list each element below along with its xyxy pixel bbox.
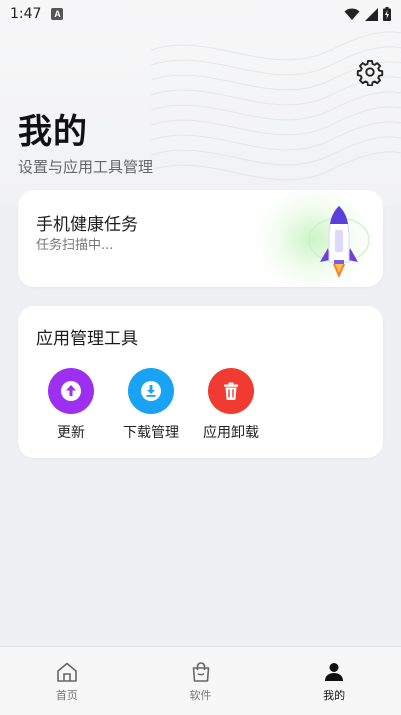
download-manager-button[interactable]: 下载管理	[111, 368, 191, 442]
app-tools-title: 应用管理工具	[36, 329, 138, 349]
health-task-card[interactable]: 手机健康任务 任务扫描中...	[18, 190, 383, 287]
health-task-status: 任务扫描中...	[36, 238, 114, 253]
settings-button[interactable]	[356, 58, 384, 87]
gear-icon	[356, 59, 384, 87]
shopping-bag-icon	[192, 661, 209, 682]
download-tool-icon-circle	[128, 368, 174, 414]
status-time: 1:47	[10, 6, 42, 22]
nav-item-mine[interactable]: 我的	[267, 647, 401, 715]
page-subtitle: 设置与应用工具管理	[18, 158, 154, 176]
uninstall-tool-label: 应用卸载	[203, 425, 259, 441]
arrow-up-icon	[61, 381, 81, 401]
nav-label-software: 软件	[189, 688, 212, 702]
nav-label-mine: 我的	[323, 688, 346, 702]
download-manager-label: 下载管理	[123, 425, 179, 441]
app-tools-card: 应用管理工具 更新 下载管理 应用卸载	[18, 306, 383, 458]
uninstall-tool-button[interactable]: 应用卸载	[191, 368, 271, 442]
nav-label-home: 首页	[55, 688, 78, 702]
nav-item-software[interactable]: 软件	[134, 647, 268, 715]
bottom-nav: 首页 软件 我的	[0, 646, 401, 715]
download-icon	[141, 381, 161, 401]
update-tool-button[interactable]: 更新	[31, 368, 111, 442]
update-tool-label: 更新	[57, 425, 85, 441]
battery-icon	[383, 7, 391, 21]
wifi-icon	[344, 8, 360, 20]
page-title: 我的	[18, 112, 88, 152]
wave-pattern	[151, 31, 401, 181]
signal-icon	[365, 7, 378, 21]
uninstall-tool-icon-circle	[208, 368, 254, 414]
home-icon	[57, 662, 77, 682]
update-tool-icon-circle	[48, 368, 94, 414]
person-icon	[325, 662, 344, 681]
trash-icon	[224, 382, 238, 400]
rocket-icon	[308, 205, 370, 278]
nav-item-home[interactable]: 首页	[0, 647, 134, 715]
status-bar: 1:47 A	[0, 0, 401, 28]
notification-badge: A	[51, 8, 64, 20]
health-task-title: 手机健康任务	[36, 215, 138, 235]
